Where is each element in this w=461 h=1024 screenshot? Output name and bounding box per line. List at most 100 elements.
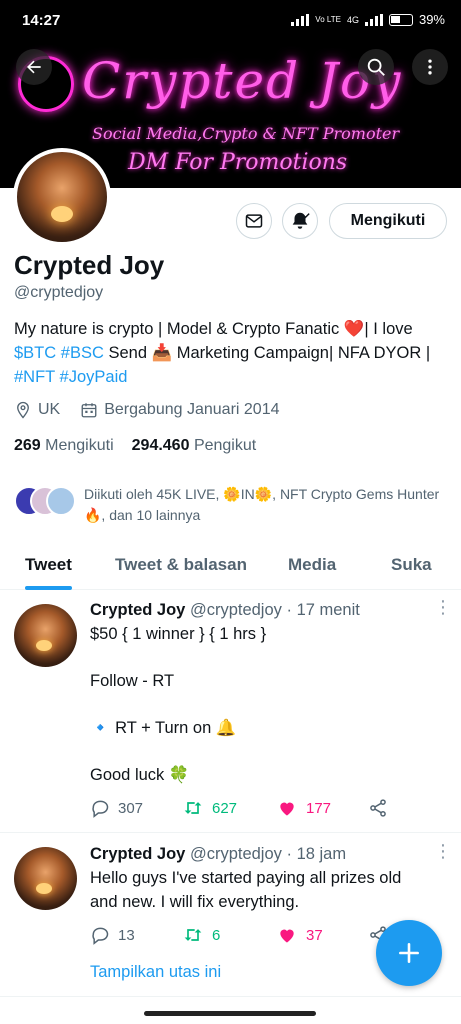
tweet-header: Crypted Joy @cryptedjoy · 17 menit: [90, 601, 360, 620]
tweet-line: Good luck 🍀: [90, 766, 190, 784]
compose-tweet-button[interactable]: [376, 920, 442, 986]
profile-name: Crypted Joy: [14, 250, 165, 280]
network-type: 4G: [346, 14, 359, 25]
tweet-avatar[interactable]: [14, 847, 77, 910]
bio-text: | I love: [364, 320, 413, 338]
inbox-emoji: 📥: [151, 344, 173, 362]
back-button[interactable]: [16, 49, 52, 85]
show-thread-link[interactable]: Tampilkan utas ini: [90, 963, 221, 982]
banner-promo-text: DM For Promotions: [128, 150, 348, 175]
tab-media[interactable]: Media: [288, 540, 336, 590]
like-button[interactable]: 37: [276, 925, 368, 945]
share-icon: [370, 799, 386, 817]
profile-tabs: Tweet Tweet & balasan Media Suka: [0, 540, 461, 590]
more-options-button[interactable]: [412, 49, 448, 85]
tab-likes[interactable]: Suka: [391, 540, 432, 590]
reply-icon: [92, 927, 109, 945]
tweet-line: [90, 647, 430, 671]
battery-percent: 39%: [418, 12, 445, 27]
signal-icon: [291, 13, 310, 26]
tweet-text: Hello guys I've started paying all prize…: [90, 869, 402, 911]
tweet-author-handle: @cryptedjoy: [189, 845, 282, 863]
retweet-count: 6: [212, 926, 221, 944]
like-button[interactable]: 177: [276, 798, 368, 818]
following-label: Mengikuti: [45, 437, 114, 454]
reply-button[interactable]: 13: [90, 925, 182, 945]
tweet-avatar[interactable]: [14, 604, 77, 667]
like-count: 177: [306, 799, 332, 817]
search-button[interactable]: [358, 49, 394, 85]
tweet-time: · 17 menit: [286, 601, 360, 619]
tab-tweet-replies[interactable]: Tweet & balasan: [115, 540, 247, 590]
followed-by[interactable]: Diikuti oleh 45K LIVE, 🌼IN🌼, NFT Crypto …: [14, 484, 452, 526]
signal-icon-2: [364, 13, 383, 26]
profile-bio: My nature is crypto | Model & Crypto Fan…: [14, 317, 454, 389]
tweet-divider: [0, 832, 461, 833]
followers-you-know-avatars: [14, 484, 76, 516]
tweet-author-handle: @cryptedjoy: [189, 601, 282, 619]
hashtag-nft[interactable]: #NFT: [14, 368, 55, 386]
following-stat[interactable]: 269 Mengikuti: [14, 437, 114, 455]
bio-text: Marketing Campaign| NFA DYOR |: [172, 344, 431, 362]
tweet-actions: 307 627 177: [90, 798, 388, 818]
tweet-text: $50 { 1 winner } { 1 hrs } Follow - RT 🔹…: [90, 623, 430, 788]
tweet-line: [90, 741, 430, 765]
banner-subtitle: Social Media,Crypto & NFT Promoter: [92, 124, 400, 143]
more-vertical-icon: [428, 59, 432, 75]
tweet-line: 🔹 RT + Turn on 🔔: [90, 719, 237, 737]
like-count: 37: [306, 926, 323, 944]
tweet-author-name[interactable]: Crypted Joy: [90, 601, 185, 619]
profile-stats: 269 Mengikuti 294.460 Pengikut: [14, 437, 256, 455]
reply-count: 13: [118, 926, 135, 944]
volte-label: Vo LTE: [315, 14, 341, 24]
tweet-more-button[interactable]: ⋮: [434, 598, 452, 616]
tweet-actions: 13 6 37: [90, 925, 388, 945]
profile-location: UK: [38, 401, 61, 418]
calendar-icon: [81, 403, 97, 418]
retweet-button[interactable]: 6: [182, 925, 276, 945]
followers-stat[interactable]: 294.460 Pengikut: [132, 437, 257, 455]
profile-meta: UK Bergabung Januari 2014: [14, 401, 279, 419]
tweet-more-button[interactable]: ⋮: [434, 842, 452, 860]
bell-icon: [292, 212, 310, 229]
tab-tweet[interactable]: Tweet: [25, 540, 72, 590]
tweet-line: Follow - RT: [90, 672, 175, 690]
retweet-button[interactable]: 627: [182, 798, 276, 818]
notifications-button[interactable]: [282, 203, 318, 239]
following-button[interactable]: Mengikuti: [329, 203, 447, 239]
banner-title: Crypted Joy: [82, 52, 403, 110]
avatar: [46, 486, 76, 516]
message-button[interactable]: [236, 203, 272, 239]
status-time: 14:27: [22, 12, 61, 29]
retweet-icon: [184, 929, 202, 941]
tweet-line: [90, 694, 430, 718]
heart-icon: [280, 929, 294, 943]
back-arrow-icon: [27, 60, 41, 74]
tweet-time: · 18 jam: [286, 845, 347, 863]
profile-handle: @cryptedjoy: [14, 284, 104, 301]
profile-avatar[interactable]: [13, 148, 111, 246]
tweet-header: Crypted Joy @cryptedjoy · 18 jam: [90, 845, 346, 864]
cashtag-btc[interactable]: $BTC: [14, 344, 56, 362]
plus-icon: [399, 943, 419, 963]
following-count: 269: [14, 437, 41, 454]
bio-text: My nature is crypto | Model & Crypto Fan…: [14, 320, 344, 338]
retweet-icon: [184, 802, 202, 814]
share-button[interactable]: [368, 798, 388, 818]
followers-label: Pengikut: [193, 437, 257, 454]
reply-icon: [92, 800, 109, 818]
bio-text: Send: [103, 344, 152, 362]
envelope-icon: [245, 214, 263, 228]
location-pin-icon: [17, 401, 29, 419]
tweet-author-name[interactable]: Crypted Joy: [90, 845, 185, 863]
hashtag-joypaid[interactable]: #JoyPaid: [60, 368, 128, 386]
reply-button[interactable]: 307: [90, 798, 182, 818]
heart-icon: [280, 802, 294, 816]
followed-by-text: Diikuti oleh 45K LIVE, 🌼IN🌼, NFT Crypto …: [84, 486, 440, 523]
followers-count: 294.460: [131, 437, 190, 454]
hashtag-bsc[interactable]: #BSC: [61, 344, 104, 362]
status-bar: 14:27 Vo LTE 4G 39%: [0, 0, 461, 40]
reply-count: 307: [118, 799, 144, 817]
status-icons: Vo LTE 4G 39%: [291, 12, 445, 27]
gesture-bar[interactable]: [144, 1011, 316, 1016]
